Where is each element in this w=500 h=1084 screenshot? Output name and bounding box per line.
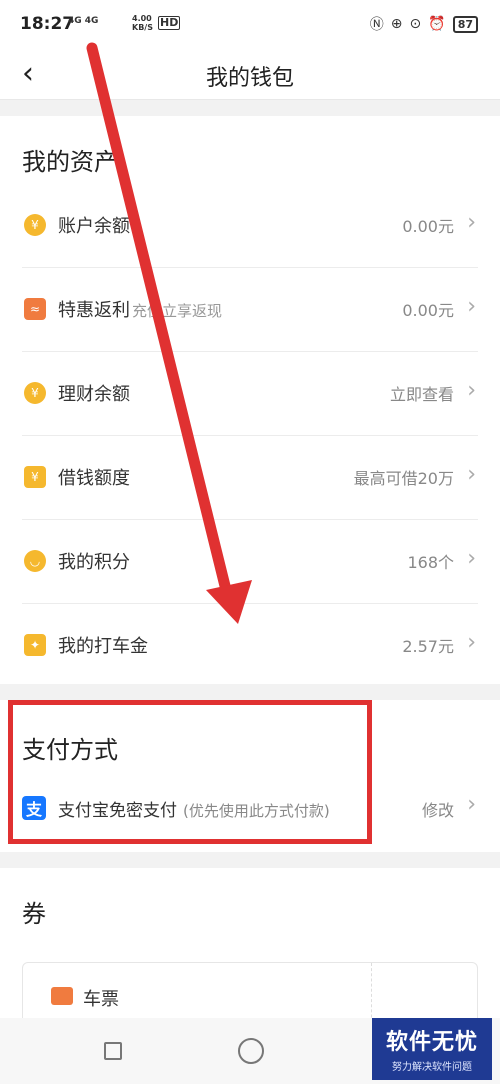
asset-value: 最高可借20万: [353, 469, 454, 488]
points-icon: ◡: [24, 550, 46, 572]
asset-value: 0.00元: [402, 217, 454, 236]
watermark-main: 软件无忧: [385, 1030, 478, 1055]
asset-label: 我的积分: [58, 552, 130, 573]
asset-label: 账户余额: [58, 216, 130, 237]
network-signal-icon: 4G 4G: [68, 16, 99, 26]
coupons-title: 券: [22, 900, 46, 928]
asset-row-finance[interactable]: ¥ 理财余额 立即查看 ›: [22, 352, 478, 436]
ticket-icon: [51, 987, 73, 1005]
asset-label: 我的打车金: [58, 636, 148, 657]
network-speed-value: 4.00: [132, 14, 152, 23]
yen-card-icon: ¥: [24, 466, 46, 488]
asset-row-balance[interactable]: ¥ 账户余额 0.00元 ›: [22, 184, 478, 268]
red-envelope-icon: ✦: [24, 634, 46, 656]
watermark-sub: 努力解决软件问题: [392, 1062, 472, 1073]
asset-value: 2.57元: [402, 637, 454, 656]
battery-icon: 87: [452, 15, 478, 33]
asset-row-loan[interactable]: ¥ 借钱额度 最高可借20万 ›: [22, 436, 478, 520]
highlight-annotation-box: [8, 700, 372, 844]
coupons-section: 券 车票: [0, 868, 500, 1033]
network-speed-unit: KB/S: [132, 23, 153, 32]
ticket-label: 车票: [83, 989, 119, 1010]
lock-icon: ⊕: [390, 16, 403, 32]
recent-apps-icon[interactable]: [104, 1042, 122, 1060]
chevron-right-icon: ›: [467, 462, 476, 487]
asset-label: 特惠返利 充值立享返现: [58, 300, 223, 321]
chevron-right-icon: ›: [467, 630, 476, 655]
chevron-right-icon: ›: [467, 210, 476, 235]
nfc-icon: Ⓝ: [369, 17, 384, 33]
asset-row-points[interactable]: ◡ 我的积分 168个 ›: [22, 520, 478, 604]
status-icons: Ⓝ ⊕ ⊙ ⏰ 87: [370, 14, 478, 34]
status-bar: 18:27 4G 4G 4.00 KB/S HD Ⓝ ⊕ ⊙ ⏰ 87: [0, 0, 500, 48]
home-icon[interactable]: [238, 1038, 264, 1064]
asset-row-rebate[interactable]: ≈ 特惠返利 充值立享返现 0.00元 ›: [22, 268, 478, 352]
edit-payment-button[interactable]: 修改: [422, 797, 454, 821]
status-time: 18:27: [20, 14, 75, 34]
assets-title: 我的资产: [22, 148, 118, 176]
chevron-right-icon: ›: [467, 294, 476, 319]
assets-section: 我的资产 ¥ 账户余额 0.00元 › ≈ 特惠返利 充值立享返现 0.00元 ›…: [0, 116, 500, 684]
asset-value: 0.00元: [402, 301, 454, 320]
chevron-right-icon: ›: [467, 378, 476, 403]
money-bag-icon: ¥: [24, 382, 46, 404]
piggy-bank-icon: ¥: [24, 214, 46, 236]
location-icon: ⊙: [409, 16, 422, 32]
chevron-right-icon: ›: [467, 792, 476, 817]
rebate-icon: ≈: [24, 298, 46, 320]
asset-value: 立即查看: [389, 385, 454, 404]
asset-label: 借钱额度: [58, 468, 130, 489]
page-title: 我的钱包: [205, 66, 294, 91]
nav-bar: ‹ 我的钱包: [0, 48, 500, 100]
asset-label: 理财余额: [58, 384, 130, 405]
hd-icon: HD: [158, 16, 181, 30]
watermark-logo: 软件无忧 努力解决软件问题: [372, 1018, 492, 1080]
asset-value: 168个: [407, 553, 454, 572]
asset-row-taxi-credit[interactable]: ✦ 我的打车金 2.57元 ›: [22, 604, 478, 688]
alarm-icon: ⏰: [428, 16, 446, 32]
network-speed: 4.00 KB/S: [132, 14, 153, 32]
chevron-right-icon: ›: [467, 546, 476, 571]
